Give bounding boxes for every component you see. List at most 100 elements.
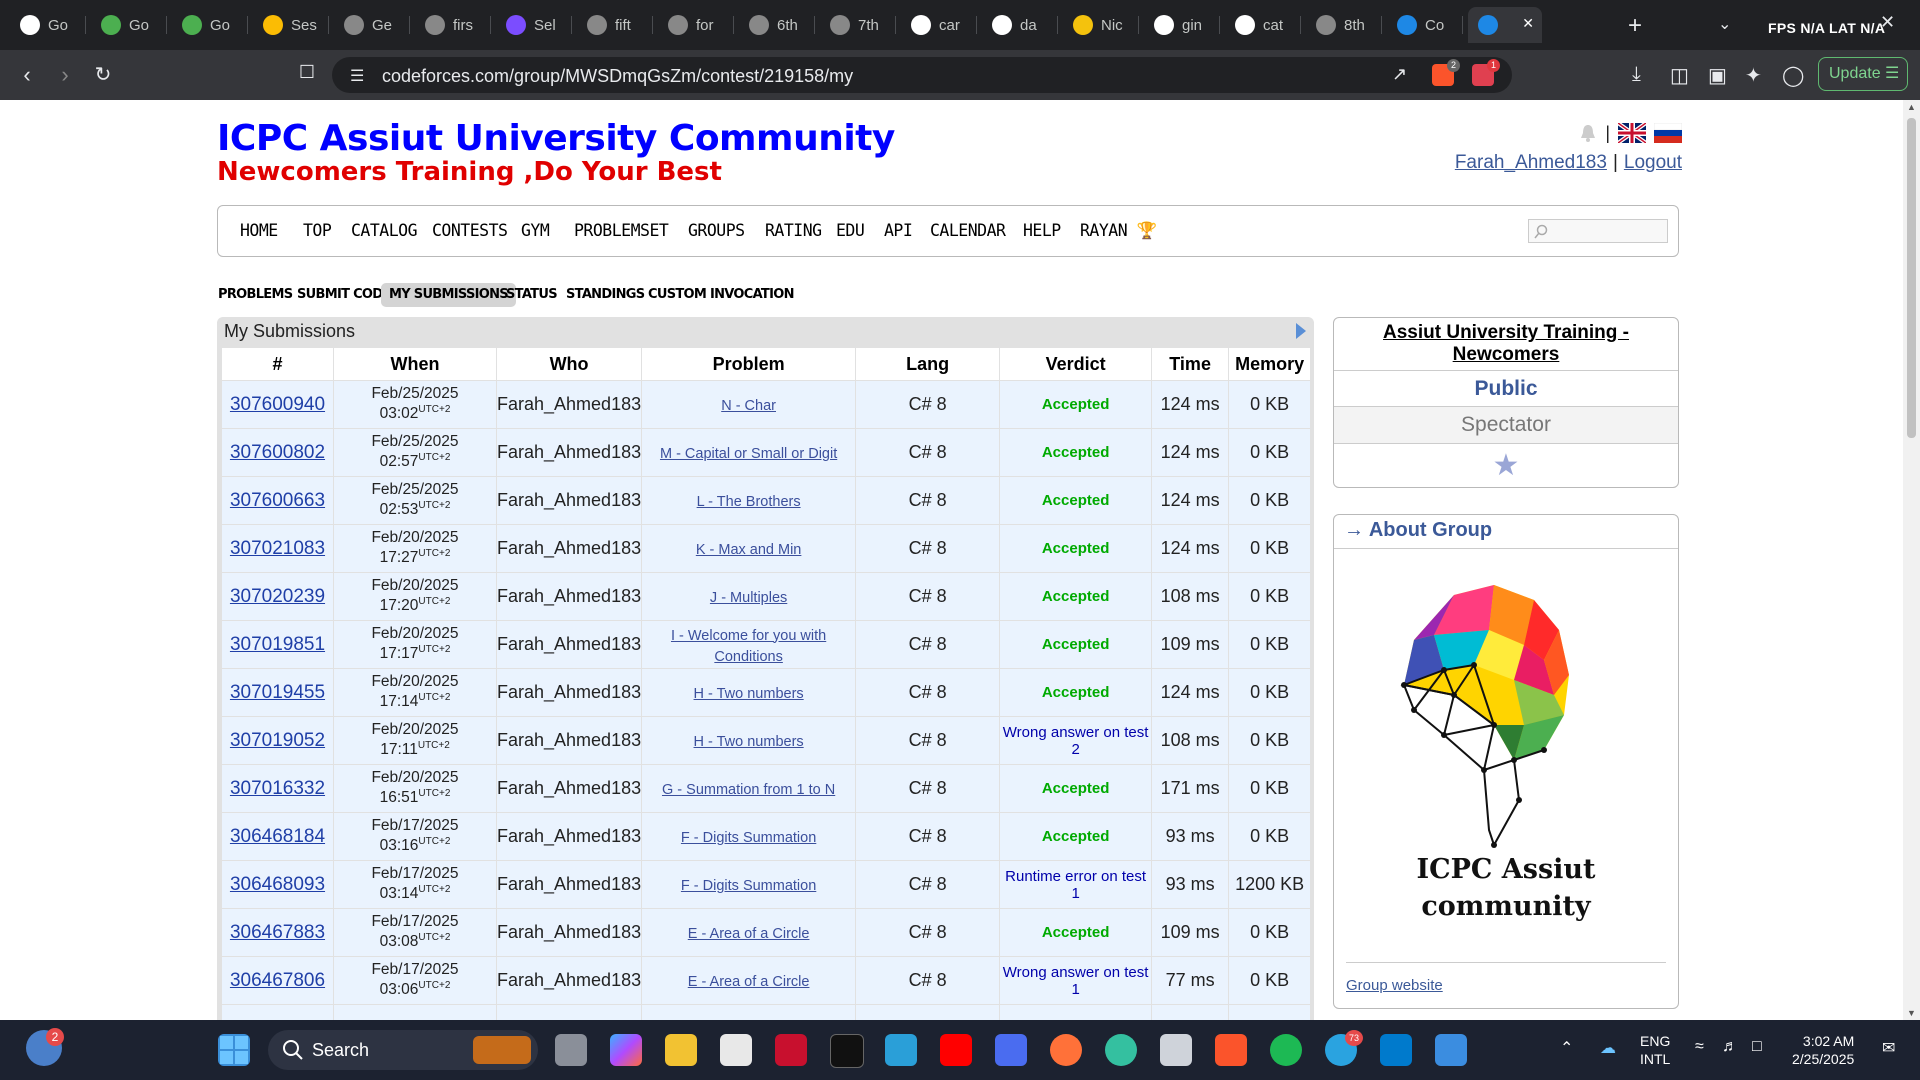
microsoft-store-icon[interactable] <box>720 1034 752 1066</box>
weather-widget-icon[interactable]: 2 <box>26 1028 64 1066</box>
menu-problemset[interactable]: PROBLEMSET <box>574 221 669 240</box>
group-website-link[interactable]: Group website <box>1346 977 1443 994</box>
submission-id-link[interactable]: 306467883 <box>230 922 325 943</box>
menu-gym[interactable]: GYM <box>521 221 550 240</box>
reload-icon[interactable]: ↻ <box>88 62 118 87</box>
problem-link[interactable]: E - Area of a Circle <box>688 974 810 990</box>
submission-author[interactable]: Farah_Ahmed183 <box>497 922 641 942</box>
menu-rating[interactable]: RATING <box>765 221 822 240</box>
contest-menu-custom-invocation[interactable]: CUSTOM INVOCATION <box>648 283 794 307</box>
browser-tab[interactable]: Ge <box>334 7 410 43</box>
browser-tab[interactable]: ✕ <box>1468 7 1542 43</box>
tab-search-chevron-icon[interactable]: ⌄ <box>1718 14 1731 34</box>
wallet-icon[interactable]: ▣ <box>1708 63 1727 88</box>
menu-calendar[interactable]: CALENDAR <box>930 221 1006 240</box>
wifi-icon[interactable]: ≈ <box>1695 1038 1704 1056</box>
menu-top[interactable]: TOP <box>303 221 332 240</box>
site-info-icon[interactable]: ☰ <box>350 66 364 86</box>
menu-contests[interactable]: CONTESTS <box>432 221 508 240</box>
close-tab-icon[interactable]: ✕ <box>1522 15 1534 32</box>
browser-tab[interactable]: firs <box>415 7 491 43</box>
firefox-icon[interactable] <box>1050 1034 1082 1066</box>
problem-link[interactable]: G - Summation from 1 to N <box>662 782 835 798</box>
problem-link[interactable]: F - Digits Summation <box>681 830 816 846</box>
brave-shields-icon[interactable]: 2 <box>1432 59 1460 86</box>
browser-tab[interactable]: 6th <box>739 7 815 43</box>
snipping-tool-icon[interactable] <box>1435 1034 1467 1066</box>
contest-menu-my-submissions[interactable]: MY SUBMISSIONS <box>381 283 516 307</box>
url-text[interactable]: codeforces.com/group/MWSDmqGsZm/contest/… <box>382 66 853 87</box>
contest-menu-status[interactable]: STATUS <box>506 283 558 307</box>
scrollbar-thumb[interactable] <box>1907 118 1916 438</box>
submission-id-link[interactable]: 306468184 <box>230 826 325 847</box>
problem-link[interactable]: E - Area of a Circle <box>688 926 810 942</box>
menu-api[interactable]: API <box>884 221 913 240</box>
submission-author[interactable]: Farah_Ahmed183 <box>497 586 641 606</box>
contest-menu-submit-code[interactable]: SUBMIT CODE <box>297 283 391 307</box>
submission-id-link[interactable]: 307600663 <box>230 490 325 511</box>
file-explorer-icon[interactable] <box>665 1034 697 1066</box>
contest-name-link[interactable]: Assiut University Training - Newcomers <box>1334 318 1678 370</box>
browser-tab[interactable]: for <box>658 7 734 43</box>
language-indicator[interactable]: ENG INTL <box>1640 1032 1670 1068</box>
menu-rayan[interactable]: RAYAN 🏆 <box>1080 221 1157 241</box>
browser-tab[interactable]: 8th <box>1306 7 1382 43</box>
problem-link[interactable]: H - Two numbers <box>694 734 804 750</box>
browser-tab[interactable]: 7th <box>820 7 896 43</box>
menu-help[interactable]: HELP <box>1023 221 1061 240</box>
problem-link[interactable]: I - Welcome for you with Conditions <box>671 628 826 665</box>
submission-author[interactable]: Farah_Ahmed183 <box>497 394 641 414</box>
clock[interactable]: 3:02 AM 2/25/2025 <box>1792 1032 1854 1068</box>
submission-id-link[interactable]: 307016332 <box>230 778 325 799</box>
submission-id-link[interactable]: 307600940 <box>230 394 325 415</box>
problem-link[interactable]: L - The Brothers <box>697 494 801 510</box>
browser-tab[interactable]: Go <box>10 7 86 43</box>
contest-menu-standings[interactable]: STANDINGS <box>566 283 645 307</box>
settings-gear-icon[interactable] <box>1160 1034 1192 1066</box>
telegram-icon[interactable]: 73 <box>1325 1030 1363 1066</box>
remote-desktop-icon[interactable] <box>885 1034 917 1066</box>
menu-groups[interactable]: GROUPS <box>688 221 745 240</box>
submission-author[interactable]: Farah_Ahmed183 <box>497 826 641 846</box>
logout-link[interactable]: Logout <box>1624 152 1682 173</box>
taskbar-search[interactable]: Search <box>268 1030 538 1070</box>
contest-menu-problems[interactable]: PROBLEMS <box>218 283 293 307</box>
sidebar-icon[interactable]: ◫ <box>1670 63 1689 88</box>
vscode-icon[interactable] <box>1380 1034 1412 1066</box>
close-window-icon[interactable]: ✕ <box>1880 12 1895 33</box>
submission-id-link[interactable]: 307021083 <box>230 538 325 559</box>
user-profile-link[interactable]: Farah_Ahmed183 <box>1455 152 1607 173</box>
browser-tab[interactable]: Go <box>172 7 248 43</box>
submission-id-link[interactable]: 307020239 <box>230 586 325 607</box>
browser-tab[interactable]: car <box>901 7 977 43</box>
brave-rewards-icon[interactable]: 1 <box>1472 59 1500 86</box>
submission-id-link[interactable]: 307019052 <box>230 730 325 751</box>
vpn-icon[interactable]: ◯ <box>1782 63 1804 88</box>
update-button[interactable]: Update ☰ <box>1818 57 1908 91</box>
download-icon[interactable]: ⤓ <box>1632 63 1641 86</box>
youtube-icon[interactable] <box>940 1034 972 1066</box>
search-input[interactable] <box>1528 219 1668 243</box>
start-menu-icon[interactable] <box>218 1034 250 1066</box>
submission-author[interactable]: Farah_Ahmed183 <box>497 538 641 558</box>
submission-id-link[interactable]: 306468093 <box>230 874 325 895</box>
menu-catalog[interactable]: CATALOG <box>351 221 418 240</box>
english-flag-icon[interactable] <box>1618 123 1646 143</box>
submission-id-link[interactable]: 306467806 <box>230 970 325 991</box>
problem-link[interactable]: M - Capital or Small or Digit <box>660 446 837 462</box>
media-player-icon[interactable] <box>995 1034 1027 1066</box>
menu-home[interactable]: HOME <box>240 221 278 240</box>
problem-link[interactable]: J - Multiples <box>710 590 787 606</box>
back-icon[interactable]: ‹ <box>12 62 42 88</box>
leo-ai-icon[interactable]: ✦ <box>1745 63 1762 88</box>
expand-arrow-icon[interactable] <box>1296 323 1306 339</box>
scroll-down-icon[interactable]: ▼ <box>1907 1008 1916 1018</box>
submission-author[interactable]: Farah_Ahmed183 <box>497 442 641 462</box>
edge-icon[interactable] <box>1105 1034 1137 1066</box>
submission-author[interactable]: Farah_Ahmed183 <box>497 490 641 510</box>
problem-link[interactable]: H - Two numbers <box>694 686 804 702</box>
mcafee-icon[interactable] <box>775 1034 807 1066</box>
problem-link[interactable]: F - Digits Summation <box>681 878 816 894</box>
address-bar[interactable]: ☰ codeforces.com/group/MWSDmqGsZm/contes… <box>332 57 1512 93</box>
browser-tab[interactable]: Co <box>1387 7 1463 43</box>
